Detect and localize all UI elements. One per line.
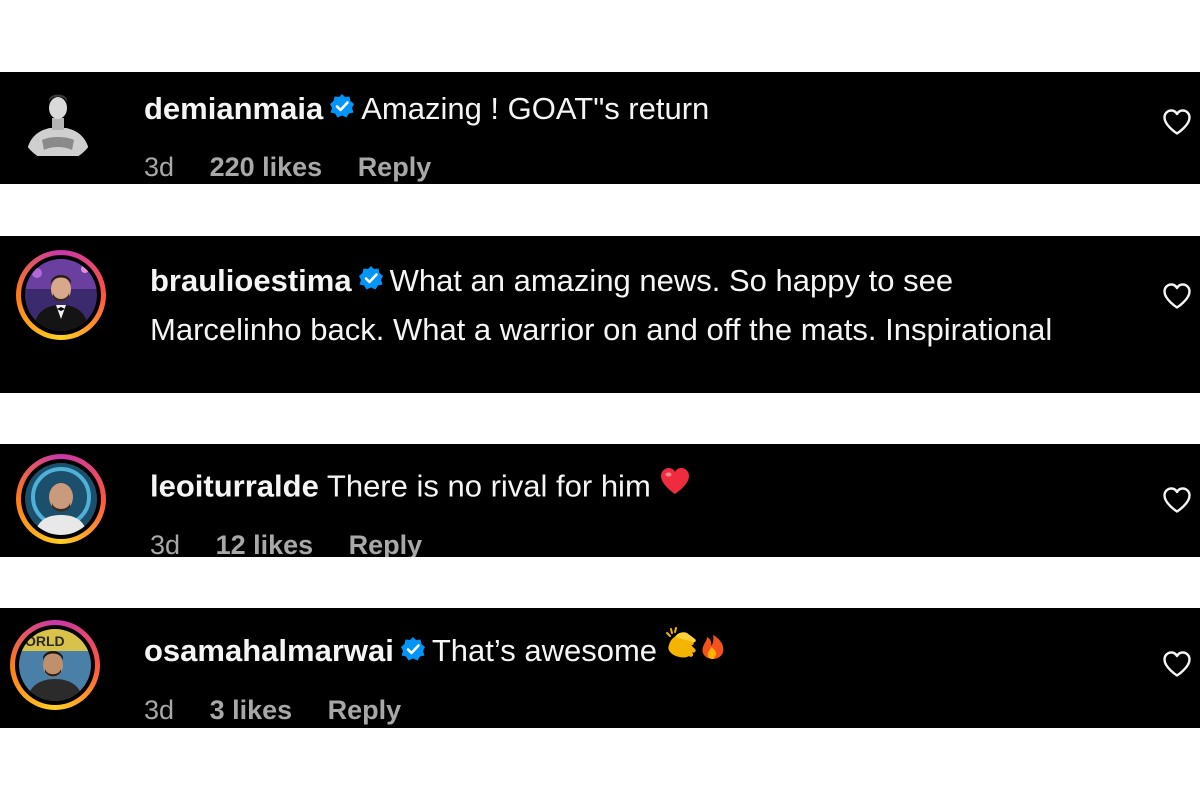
- comment-time: 3d: [150, 530, 181, 557]
- verified-badge-icon: [329, 86, 355, 131]
- avatar-osamahalmarwai[interactable]: ORLD: [10, 620, 100, 710]
- comment-meta: 3d 220 likes Reply: [144, 152, 459, 183]
- heart-outline-icon[interactable]: [1162, 282, 1192, 310]
- comment-text-block: osamahalmarwai That’s awesome: [144, 627, 1104, 679]
- verified-badge-icon: [358, 258, 384, 303]
- comment-text-block: braulioestima What an amazing news. So ha…: [150, 258, 1110, 352]
- bodybuilder-avatar-image: [20, 86, 96, 162]
- comment-strip-osamahalmarwai: ORLD osamahalmarwai That’s awesome 3d 3 l…: [0, 608, 1200, 728]
- username[interactable]: osamahalmarwai: [144, 633, 394, 668]
- fire-emoji: [702, 635, 724, 659]
- comment-text: There is no rival for him: [326, 468, 651, 504]
- comment-text-block: leoiturralde There is no rival for him: [150, 463, 1110, 514]
- username[interactable]: leoiturralde: [150, 469, 319, 504]
- verified-badge-icon: [400, 629, 426, 674]
- comment-text-block: demianmaia Amazing ! GOAT"s return: [144, 86, 1104, 135]
- likes-count[interactable]: 12 likes: [216, 530, 314, 557]
- comment-time: 3d: [144, 695, 175, 725]
- comment-meta: 3d 3 likes Reply: [144, 695, 429, 726]
- comment-strip-leoiturralde: leoiturralde There is no rival for him 3…: [0, 444, 1200, 557]
- tuxedo-man-avatar-image: [25, 259, 97, 331]
- clapping-hands-emoji: [666, 627, 696, 658]
- comment-meta: 3d 12 likes Reply: [150, 530, 450, 557]
- bald-man-avatar-image: [25, 463, 97, 535]
- clapping-hands-fire-emoji: [665, 627, 731, 673]
- avatar-braulioestima[interactable]: [16, 250, 106, 340]
- username[interactable]: demianmaia: [144, 91, 323, 126]
- comment-time: 3d: [144, 152, 175, 182]
- username[interactable]: braulioestima: [150, 263, 352, 298]
- man-outdoors-avatar-image: ORLD: [19, 629, 91, 701]
- heart-outline-icon[interactable]: [1162, 108, 1192, 136]
- likes-count[interactable]: 3 likes: [210, 695, 293, 725]
- avatar-leoiturralde[interactable]: [16, 454, 106, 544]
- heart-outline-icon[interactable]: [1162, 486, 1192, 514]
- reply-button[interactable]: Reply: [358, 152, 432, 182]
- comment-strip-demianmaia: demianmaia Amazing ! GOAT"s return 3d 220…: [0, 72, 1200, 184]
- avatar-demianmaia[interactable]: [20, 86, 96, 162]
- red-heart-emoji: [659, 463, 691, 508]
- reply-button[interactable]: Reply: [349, 530, 423, 557]
- likes-count[interactable]: 220 likes: [210, 152, 323, 182]
- comment-text: Amazing ! GOAT"s return: [361, 91, 710, 126]
- comment-strip-braulioestima: braulioestima What an amazing news. So ha…: [0, 236, 1200, 393]
- reply-button[interactable]: Reply: [328, 695, 402, 725]
- comment-text: That’s awesome: [431, 633, 658, 669]
- heart-outline-icon[interactable]: [1162, 650, 1192, 678]
